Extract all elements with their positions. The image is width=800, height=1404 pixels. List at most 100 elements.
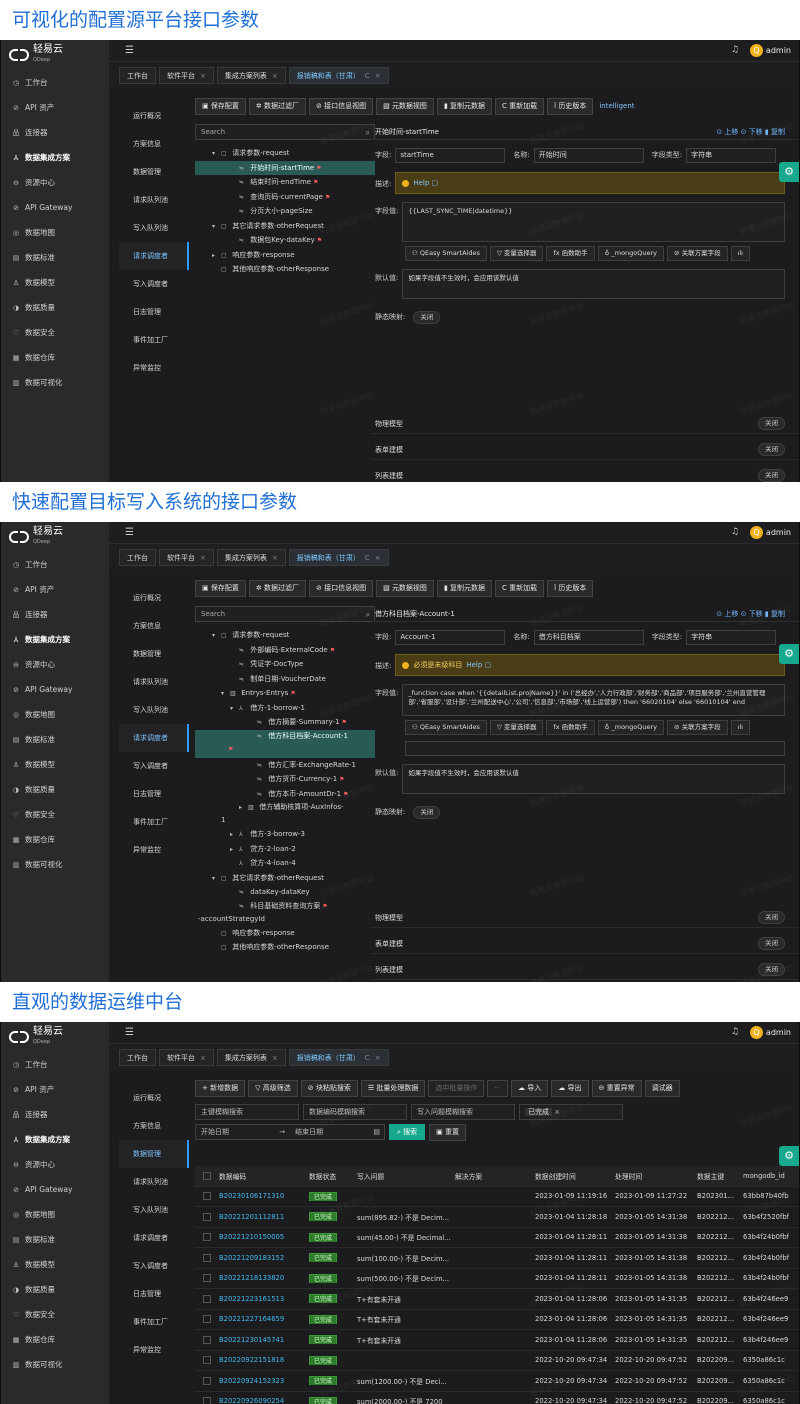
refresh-icon[interactable]: C <box>365 554 370 562</box>
tree-toggle-icon[interactable]: ▾ <box>221 687 230 702</box>
sidebar-item-6[interactable]: ◎ 数据地图 <box>1 702 109 727</box>
tree-node[interactable]: ≒ 借方摘要-Summary-1 ⚑ <box>195 715 375 730</box>
tree-node[interactable]: ▾ ▢ 请求参数-request <box>195 146 375 161</box>
tree-node[interactable]: ≒ 凭证字-DocType <box>195 657 375 672</box>
data-code-link[interactable]: B20220922151818 <box>215 1356 305 1364</box>
helper-tool-5[interactable]: ılı <box>730 720 750 735</box>
tree-node[interactable]: ▢ 响应参数-response <box>195 926 375 941</box>
code-search-input[interactable]: 数据编码模糊搜索 <box>303 1104 407 1120</box>
subnav-item-3[interactable]: 请求队列池 <box>119 1168 189 1196</box>
subnav-item-2[interactable]: 数据管理 <box>119 1140 189 1168</box>
tree-node[interactable]: ≒ 科目基础资料查询方案 ⚑ -accountStrategyId <box>195 900 375 926</box>
tree-search-input[interactable]: Search ⌕ <box>195 606 375 622</box>
section-row-2[interactable]: 列表建模 关闭 <box>371 466 799 482</box>
sidebar-item-9[interactable]: ◑ 数据质量 <box>1 777 109 802</box>
sidebar-item-8[interactable]: ♙ 数据模型 <box>1 752 109 777</box>
helper-tool-3[interactable]: ♁ _mongoQuery <box>597 720 665 735</box>
data-code-link[interactable]: B20221230145741 <box>215 1336 305 1344</box>
tree-toggle-icon[interactable]: ▸ <box>212 249 221 264</box>
subnav-item-6[interactable]: 写入调度者 <box>119 752 189 780</box>
menu-toggle-icon[interactable]: ☰ <box>125 527 134 538</box>
static-map-toggle[interactable]: 关闭 <box>413 805 441 819</box>
tree-toggle-icon[interactable]: ▾ <box>212 629 221 644</box>
row-checkbox[interactable] <box>195 1192 215 1201</box>
settings-gear-icon[interactable]: ⚙ <box>779 644 799 664</box>
menu-toggle-icon[interactable]: ☰ <box>125 1027 134 1038</box>
section-toggle[interactable]: 关闭 <box>758 937 785 950</box>
section-row-0[interactable]: 物理模型 关闭 <box>371 414 799 434</box>
sidebar-item-8[interactable]: ♙ 数据模型 <box>1 1252 109 1277</box>
tab-2[interactable]: 集成方案列表 × <box>216 1048 286 1066</box>
subnav-item-5[interactable]: 请求调度者 <box>119 1224 189 1252</box>
row-checkbox[interactable] <box>195 1356 215 1365</box>
data-toolbar-button-2[interactable]: ⊘ 块粘贴搜索 <box>300 1079 358 1097</box>
logo[interactable]: 轻易云 QDeep <box>1 522 109 552</box>
sidebar-item-3[interactable]: ⅄ 数据集成方案 <box>1 145 109 170</box>
helper-tool-2[interactable]: fx 函数助手 <box>546 246 595 261</box>
close-icon[interactable]: × <box>200 554 206 562</box>
section-toggle[interactable]: 关闭 <box>758 963 785 976</box>
tree-toggle-icon[interactable]: ▾ <box>212 220 221 235</box>
data-code-link[interactable]: B20221227164659 <box>215 1315 305 1323</box>
name-input[interactable]: 开始时间 <box>533 147 644 163</box>
section-toggle[interactable]: 关闭 <box>758 469 785 482</box>
static-map-toggle[interactable]: 关闭 <box>413 310 441 324</box>
close-icon[interactable]: × <box>375 1054 381 1062</box>
column-header[interactable]: 数据编码 <box>215 1171 305 1181</box>
toolbar-button-4[interactable]: ▮ 复制元数据 <box>436 97 493 115</box>
subnav-item-3[interactable]: 请求队列池 <box>119 668 189 696</box>
sidebar-item-2[interactable]: 品连接器 <box>1 602 109 627</box>
desc-box[interactable]: Help ▢ <box>395 172 785 194</box>
logo[interactable]: 轻易云 QDeep <box>1 1022 109 1052</box>
helper-tool-5[interactable]: ılı <box>730 246 750 261</box>
username[interactable]: admin <box>766 46 791 55</box>
tab-1[interactable]: 软件平台 × <box>159 548 214 566</box>
row-checkbox[interactable] <box>195 1212 215 1221</box>
close-icon[interactable]: × <box>272 72 278 80</box>
reset-button[interactable]: ▣ 重置 <box>429 1124 466 1141</box>
helper-tool-2[interactable]: fx 函数助手 <box>546 720 595 735</box>
toolbar-button-6[interactable]: ǐ 历史版本 <box>547 97 594 115</box>
tree-node[interactable]: ≒ 结束时间-endTime ⚑ <box>195 175 375 190</box>
toolbar-button-6[interactable]: ǐ 历史版本 <box>547 579 594 597</box>
sidebar-item-7[interactable]: ▤ 数据标准 <box>1 1227 109 1252</box>
toolbar-button-5[interactable]: C 重新加载 <box>495 97 545 115</box>
section-row-1[interactable]: 表单建模 关闭 <box>371 440 799 460</box>
close-icon[interactable]: × <box>200 72 206 80</box>
close-icon[interactable]: × <box>272 1054 278 1062</box>
row-checkbox[interactable] <box>195 1274 215 1283</box>
subnav-item-8[interactable]: 事件加工厂 <box>119 326 189 354</box>
helper-tool-3[interactable]: ♁ _mongoQuery <box>597 246 665 261</box>
data-code-link[interactable]: B20221218133820 <box>215 1274 305 1282</box>
subnav-item-1[interactable]: 方案信息 <box>119 612 189 640</box>
data-toolbar-button-5[interactable]: ··· <box>487 1079 509 1097</box>
tab-3[interactable]: 报销稿和表（甘肃） C × <box>288 1048 389 1066</box>
sidebar-item-4[interactable]: ⊖ 资源中心 <box>1 652 109 677</box>
refresh-icon[interactable]: C <box>365 72 370 80</box>
table-row[interactable]: B20221209183152 已完成 sum(100.00-) 不是 Decim.… <box>195 1248 799 1269</box>
tree-node[interactable]: ▾ ▢ 请求参数-request <box>195 628 375 643</box>
desc-box[interactable]: 必须是末级科目 Help ▢ <box>395 654 785 676</box>
subnav-item-8[interactable]: 事件加工厂 <box>119 1308 189 1336</box>
settings-gear-icon[interactable]: ⚙ <box>779 162 799 182</box>
bell-icon[interactable]: ♫ <box>731 527 739 537</box>
sidebar-item-0[interactable]: ◷ 工作台 <box>1 70 109 95</box>
data-code-link[interactable]: B20220924152323 <box>215 1377 305 1385</box>
subnav-item-9[interactable]: 异常监控 <box>119 354 189 382</box>
row-checkbox[interactable] <box>195 1397 215 1404</box>
default-textarea[interactable]: 如果字段值不生效时，会应用该默认值 <box>402 269 785 299</box>
close-icon[interactable]: × <box>272 554 278 562</box>
username[interactable]: admin <box>766 1028 791 1037</box>
sidebar-item-7[interactable]: ▤ 数据标准 <box>1 727 109 752</box>
data-code-link[interactable]: B20221209183152 <box>215 1254 305 1262</box>
data-code-link[interactable]: B20221201112811 <box>215 1213 305 1221</box>
subnav-item-4[interactable]: 写入队列池 <box>119 1196 189 1224</box>
tree-node[interactable]: ≒ 借方货币-Currency-1 ⚑ <box>195 772 375 787</box>
sidebar-item-4[interactable]: ⊖ 资源中心 <box>1 1152 109 1177</box>
select-all-checkbox[interactable] <box>195 1171 215 1180</box>
toolbar-button-1[interactable]: ✲ 数据过滤厂 <box>248 97 306 115</box>
copy-button[interactable]: ▮ 复制 <box>765 128 785 136</box>
tab-3[interactable]: 报销稿和表（甘肃） C × <box>288 66 389 84</box>
subnav-item-7[interactable]: 日志管理 <box>119 780 189 808</box>
copy-button[interactable]: ▮ 复制 <box>765 610 785 618</box>
